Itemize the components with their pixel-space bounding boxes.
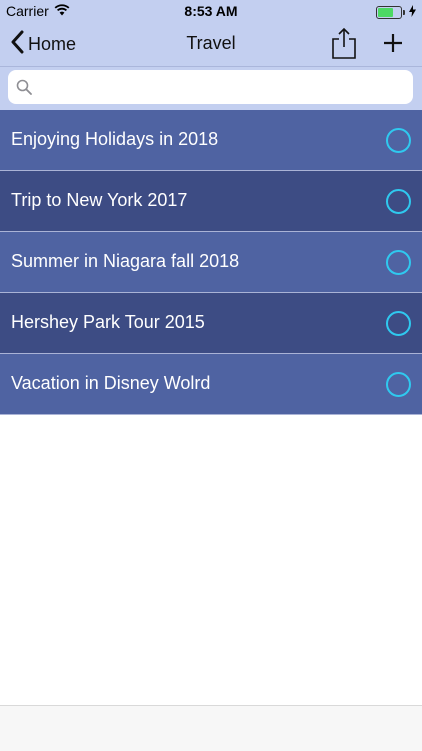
list-item[interactable]: Vacation in Disney Wolrd [0,354,422,415]
list-item-label: Trip to New York 2017 [11,190,188,210]
battery-icon [376,5,402,19]
header: Carrier 8:53 AM Home Travel [0,0,422,67]
back-button[interactable]: Home [10,30,76,58]
travel-list: Enjoying Holidays in 2018 Trip to New Yo… [0,110,422,415]
radio-circle-icon[interactable] [386,311,411,336]
share-button[interactable] [330,26,358,60]
status-right [376,4,416,20]
list-item[interactable]: Summer in Niagara fall 2018 [0,232,422,293]
charging-bolt-icon [409,4,416,20]
chevron-left-icon [10,30,24,59]
search-input[interactable] [38,70,412,106]
status-time: 8:53 AM [184,3,238,19]
list-item-label: Summer in Niagara fall 2018 [11,251,240,271]
list-item[interactable]: Hershey Park Tour 2015 [0,293,422,354]
bottom-toolbar [0,705,422,751]
battery-cap [403,9,405,15]
radio-circle-icon[interactable] [386,189,411,214]
list-item-label: Enjoying Holidays in 2018 [11,129,219,149]
radio-circle-icon[interactable] [386,372,411,397]
add-button[interactable] [380,30,406,56]
radio-circle-icon[interactable] [386,128,411,153]
radio-circle-icon[interactable] [386,250,411,275]
list-item-label: Hershey Park Tour 2015 [11,312,205,332]
share-icon [330,27,358,64]
battery-level [378,7,394,17]
navigation-bar: Home Travel [0,22,422,66]
back-label: Home [28,33,77,54]
search-bar [0,67,422,110]
search-icon [16,79,32,100]
list-item[interactable]: Enjoying Holidays in 2018 [0,110,422,171]
search-field[interactable] [8,70,413,106]
list-item[interactable]: Trip to New York 2017 [0,171,422,232]
plus-icon [380,34,406,60]
list-item-label: Vacation in Disney Wolrd [11,373,211,393]
status-bar: Carrier 8:53 AM [0,0,422,22]
